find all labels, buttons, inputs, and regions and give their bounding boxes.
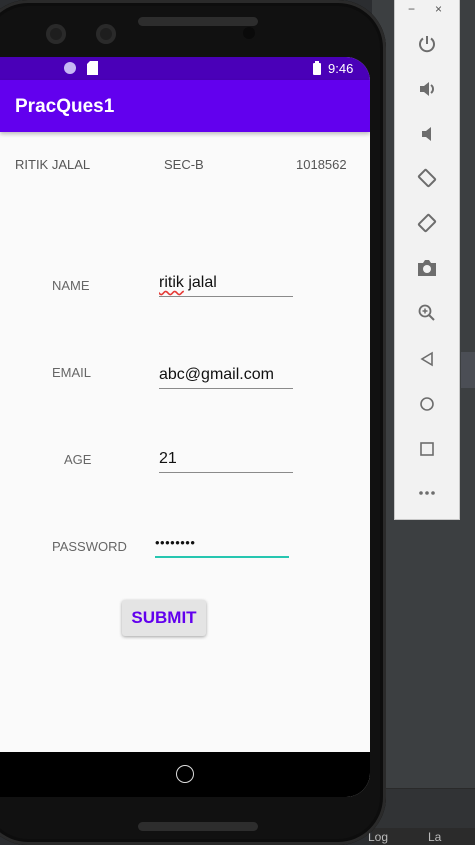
back-icon[interactable] bbox=[412, 344, 442, 374]
phone-frame: 9:46 PracQues1 RITIK JALAL SEC-B 1018562… bbox=[0, 0, 386, 845]
password-field[interactable]: •••••••• bbox=[155, 530, 289, 558]
earpiece-speaker bbox=[138, 17, 258, 26]
more-icon[interactable] bbox=[412, 478, 442, 508]
volume-up-icon[interactable] bbox=[412, 74, 442, 104]
volume-down-icon[interactable] bbox=[412, 119, 442, 149]
status-time: 9:46 bbox=[328, 61, 354, 76]
name-field[interactable]: ritik jalal bbox=[159, 269, 293, 297]
student-roll-number: 1018562 bbox=[296, 157, 347, 172]
front-camera bbox=[46, 24, 66, 44]
proximity-sensor bbox=[243, 27, 255, 39]
zoom-icon[interactable] bbox=[412, 298, 442, 328]
email-field[interactable]: abc@gmail.com bbox=[159, 361, 293, 389]
notification-dot-icon bbox=[64, 62, 76, 74]
device-screen: 9:46 PracQues1 RITIK JALAL SEC-B 1018562… bbox=[0, 57, 370, 797]
sd-card-icon bbox=[87, 61, 98, 78]
screenshot-icon[interactable] bbox=[412, 253, 442, 283]
rotate-left-icon[interactable] bbox=[412, 163, 442, 193]
battery-icon bbox=[313, 61, 321, 78]
ide-bottom-panel bbox=[372, 788, 475, 828]
ide-gutter-highlight bbox=[461, 352, 475, 388]
rotate-right-icon[interactable] bbox=[412, 208, 442, 238]
home-icon[interactable] bbox=[412, 389, 442, 419]
overview-icon[interactable] bbox=[412, 434, 442, 464]
student-section: SEC-B bbox=[164, 157, 204, 172]
nav-home-button[interactable] bbox=[176, 765, 194, 783]
age-field[interactable]: 21 bbox=[159, 445, 293, 473]
power-icon[interactable] bbox=[412, 29, 442, 59]
close-button[interactable]: × bbox=[435, 2, 442, 16]
emulator-toolbar: − × bbox=[394, 0, 460, 520]
age-label: AGE bbox=[64, 452, 92, 467]
ide-tab-layout[interactable]: La bbox=[428, 830, 441, 844]
name-value-misspelled: ritik bbox=[159, 274, 184, 291]
front-sensor bbox=[96, 24, 116, 44]
ide-tab-log[interactable]: Log bbox=[368, 830, 388, 844]
status-bar: 9:46 bbox=[0, 57, 370, 80]
password-label: PASSWORD bbox=[52, 539, 127, 554]
minimize-button[interactable]: − bbox=[408, 2, 415, 16]
name-label: NAME bbox=[52, 278, 90, 293]
app-title: PracQues1 bbox=[15, 96, 115, 117]
submit-button[interactable]: SUBMIT bbox=[122, 600, 206, 636]
app-bar: PracQues1 bbox=[0, 80, 370, 132]
bottom-speaker bbox=[138, 822, 258, 831]
ide-bottom-tabs: Log La bbox=[368, 828, 475, 845]
email-label: EMAIL bbox=[52, 365, 92, 380]
navigation-bar bbox=[0, 752, 370, 797]
name-value: jalal bbox=[183, 274, 217, 291]
student-name: RITIK JALAL bbox=[15, 157, 91, 172]
